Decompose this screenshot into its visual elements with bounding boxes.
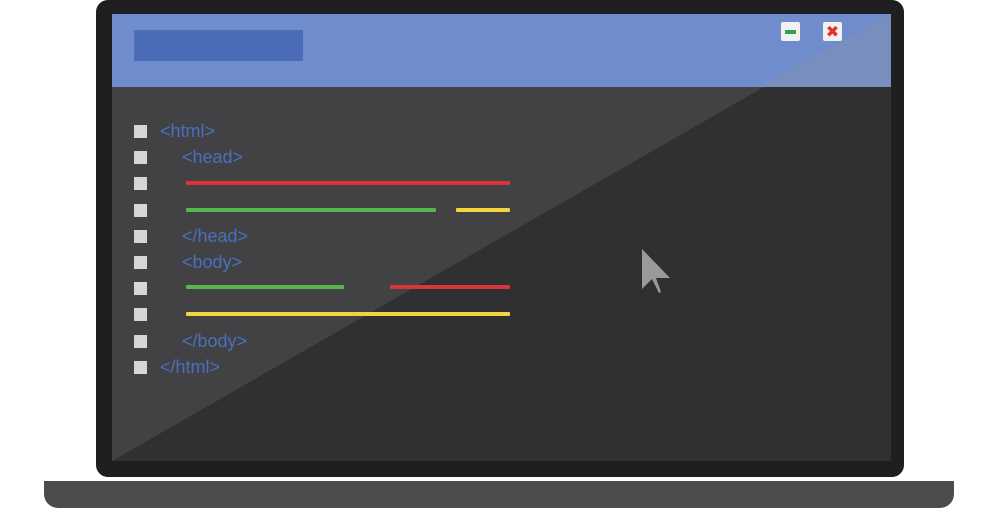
laptop-screen: ✖ <html> <head> </head> <body> </body> <… (112, 14, 891, 461)
code-tag-html-close: </html> (160, 357, 221, 377)
line-marker (134, 177, 147, 190)
code-tag-head-close: </head> (182, 226, 249, 246)
code-line-green (186, 208, 436, 212)
code-tag-head-open: <head> (182, 147, 244, 167)
code-tag-html-open: <html> (160, 121, 216, 141)
code-editor: <html> <head> </head> <body> </body> </h… (112, 14, 891, 461)
line-marker (134, 282, 147, 295)
code-tag-body-open: <body> (182, 252, 243, 272)
laptop-illustration: ✖ <html> <head> </head> <body> </body> <… (0, 0, 992, 516)
code-line-yellow (186, 312, 510, 316)
code-line-green (186, 285, 344, 289)
mouse-pointer-icon (642, 249, 670, 293)
line-marker (134, 125, 147, 138)
line-marker (134, 256, 147, 269)
code-line-yellow (456, 208, 510, 212)
code-line-red (186, 181, 510, 185)
line-marker (134, 204, 147, 217)
line-marker (134, 230, 147, 243)
line-marker (134, 151, 147, 164)
code-line-red (390, 285, 510, 289)
line-marker (134, 335, 147, 348)
line-marker (134, 308, 147, 321)
line-marker (134, 361, 147, 374)
laptop-base (44, 481, 954, 508)
code-tag-body-close: </body> (182, 331, 248, 351)
